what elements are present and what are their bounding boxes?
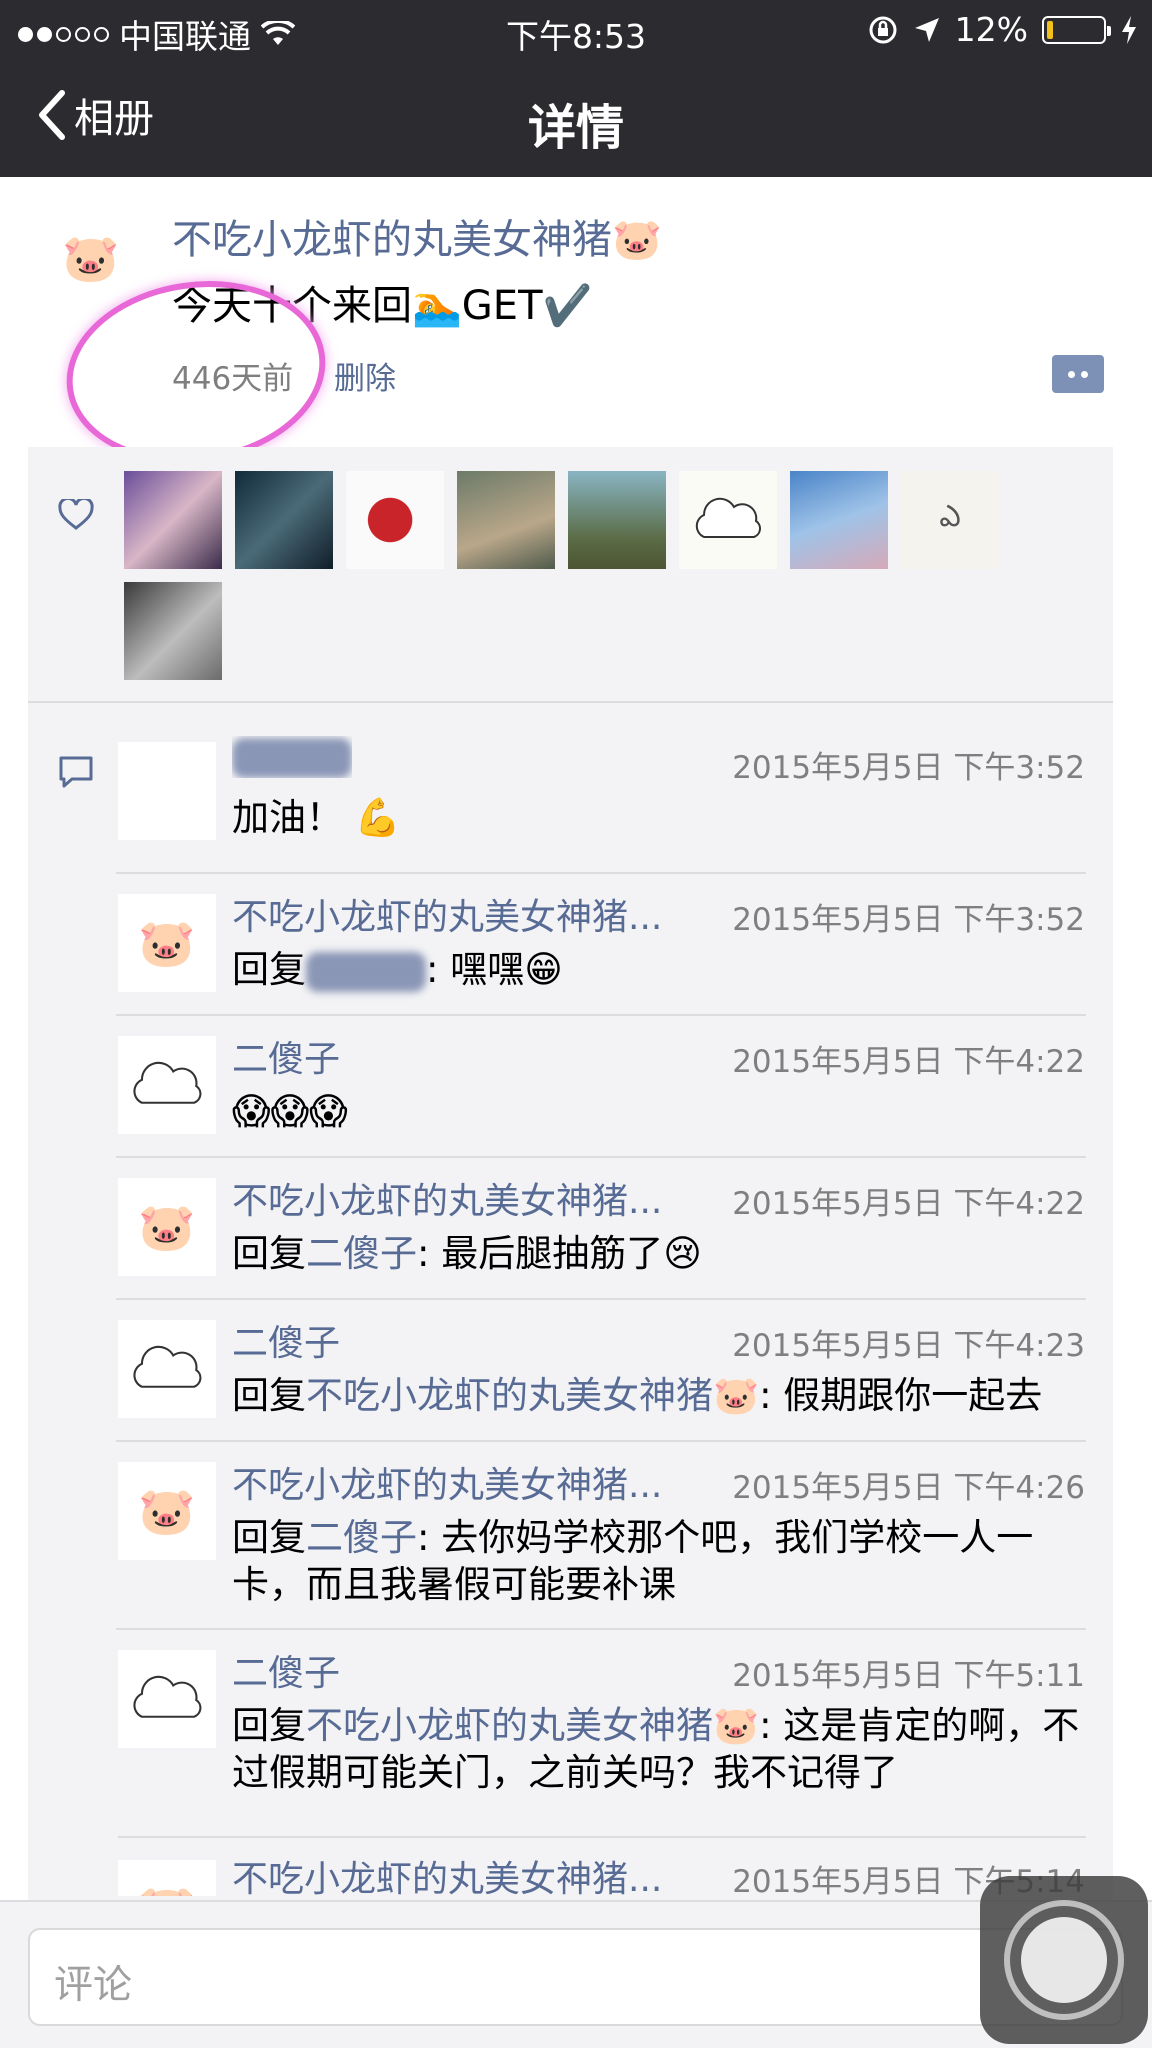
comment-time: 2015年5月5日 下午4:22 [732, 1186, 1085, 1222]
commenter-avatar[interactable] [118, 1650, 216, 1748]
blurred-name [306, 951, 426, 992]
comment-input[interactable]: 评论 [28, 1928, 1123, 2026]
like-avatar[interactable] [124, 582, 222, 680]
likes-divider [28, 701, 1113, 703]
page-title: 详情 [527, 100, 624, 156]
cloud-icon [695, 497, 761, 538]
commenter-avatar[interactable] [118, 1036, 216, 1134]
like-avatar[interactable] [346, 471, 444, 569]
blurred-name [232, 738, 352, 778]
like-avatar[interactable] [457, 471, 555, 569]
comment-time: 2015年5月5日 下午4:22 [732, 1044, 1085, 1080]
comment-divider [116, 1440, 1086, 1442]
pig-icon: 🐷 [138, 916, 196, 970]
pig-icon: 🐷 [138, 1200, 196, 1254]
top-bar: 中国联通 下午8:53 12% 相册 详情 [0, 0, 1152, 177]
comment-time: 2015年5月5日 下午3:52 [732, 750, 1085, 786]
comment-text: 回复不吃小龙虾的丸美女神猪🐷: 假期跟你一起去 [232, 1374, 1043, 1417]
comment-time: 2015年5月5日 下午5:11 [732, 1658, 1085, 1694]
comment-item[interactable]: 二傻子 2015年5月5日 下午4:23 回复不吃小龙虾的丸美女神猪🐷: 假期跟… [116, 1298, 1113, 1450]
assistive-touch-icon [1004, 1900, 1124, 2020]
comment-time: 2015年5月5日 下午3:52 [732, 902, 1085, 938]
comment-item[interactable]: 🐷 不吃小龙虾的丸美女神猪... 2015年5月5日 下午5:14 [118, 1836, 1113, 1896]
status-right: 12% [867, 10, 1138, 49]
like-avatar[interactable] [235, 471, 333, 569]
commenter-name[interactable]: 不吃小龙虾的丸美女神猪... [232, 1172, 662, 1224]
assistive-touch-button[interactable] [980, 1876, 1148, 2044]
like-avatar[interactable] [790, 471, 888, 569]
pig-icon: 🐷 [138, 1484, 196, 1538]
commenter-name[interactable]: 不吃小龙虾的丸美女神猪... [232, 888, 662, 940]
nav-bar: 相册 详情 [0, 58, 1152, 177]
commenter-avatar[interactable] [118, 742, 216, 840]
battery-percent: 12% [954, 10, 1028, 49]
sketch-icon: ఎ [939, 499, 961, 534]
battery-icon [1042, 15, 1111, 44]
comment-item[interactable]: 🐷 不吃小龙虾的丸美女神猪... 2015年5月5日 下午4:26 回复二傻子:… [116, 1440, 1113, 1642]
comment-item[interactable]: 🐷 不吃小龙虾的丸美女神猪... 2015年5月5日 下午3:52 回复: 嘿嘿… [116, 872, 1113, 1024]
commenter-name[interactable]: 不吃小龙虾的丸美女神猪... [232, 1456, 662, 1508]
commenter-avatar[interactable]: 🐷 [118, 1462, 216, 1560]
heart-icon [58, 499, 94, 530]
location-arrow-icon [914, 17, 939, 42]
status-bar: 中国联通 下午8:53 12% [0, 0, 1152, 58]
comment-divider [116, 1156, 1086, 1158]
commenter-name[interactable]: 二傻子 [232, 1314, 340, 1366]
comment-text: 回复: 嘿嘿😁 [232, 948, 563, 992]
charging-bolt-icon [1122, 15, 1136, 44]
comment-time: 2015年5月5日 下午4:26 [732, 1470, 1085, 1506]
like-avatar[interactable] [679, 471, 777, 569]
author-name[interactable]: 不吃小龙虾的丸美女神猪🐷 [172, 207, 662, 265]
comment-item[interactable]: 🐷 不吃小龙虾的丸美女神猪... 2015年5月5日 下午4:22 回复二傻子:… [116, 1156, 1113, 1308]
rotation-lock-icon [869, 16, 897, 43]
like-avatar[interactable] [124, 471, 222, 569]
feedback-panel: ఎ 2015年5月5日 下午3:52 加油！ 💪 🐷 不吃小龙虾的丸美女神猪..… [28, 447, 1113, 1900]
comment-divider [118, 1836, 1086, 1838]
comment-text: 回复不吃小龙虾的丸美女神猪🐷: 这是肯定的啊，不过假期可能关门，之前关吗？我不记… [232, 1704, 1080, 1794]
more-actions-button[interactable] [1052, 355, 1104, 393]
pig-icon: 🐷 [62, 231, 120, 285]
comment-divider [116, 1628, 1086, 1630]
commenter-avatar[interactable]: 🐷 [118, 1178, 216, 1276]
comment-time: 2015年5月5日 下午4:23 [732, 1328, 1085, 1364]
delete-link[interactable]: 删除 [334, 353, 396, 398]
comment-divider [116, 1014, 1086, 1016]
like-avatar[interactable] [568, 471, 666, 569]
commenter-name[interactable] [232, 736, 352, 778]
commenter-name[interactable]: 不吃小龙虾的丸美女神猪... [232, 1850, 662, 1896]
cloud-icon [133, 1345, 202, 1388]
comment-text: 回复二傻子: 去你妈学校那个吧，我们学校一人一卡，而且我暑假可能要补课 [232, 1516, 1034, 1606]
comment-divider [116, 1298, 1086, 1300]
comment-item[interactable]: 二傻子 2015年5月5日 下午4:22 😱😱😱 [116, 1014, 1113, 1166]
commenter-name[interactable]: 二傻子 [232, 1030, 340, 1082]
commenter-name[interactable]: 二傻子 [232, 1644, 340, 1696]
comment-item[interactable]: 二傻子 2015年5月5日 下午5:11 回复不吃小龙虾的丸美女神猪🐷: 这是肯… [116, 1628, 1113, 1830]
pig-icon: 🐷 [138, 1886, 195, 1896]
commenter-avatar[interactable] [118, 1320, 216, 1418]
commenter-avatar[interactable]: 🐷 [118, 1860, 216, 1896]
comment-item[interactable]: 2015年5月5日 下午3:52 加油！ 💪 [118, 738, 1113, 872]
cloud-icon [133, 1061, 202, 1104]
like-avatar[interactable]: ఎ [901, 471, 999, 569]
comment-text: 😱😱😱 [232, 1090, 348, 1133]
author-avatar[interactable]: 🐷 [42, 209, 140, 307]
cloud-icon [133, 1675, 202, 1718]
comment-text: 回复二傻子: 最后腿抽筋了😢 [232, 1232, 702, 1275]
comment-text: 加油！ 💪 [232, 796, 401, 839]
commenter-avatar[interactable]: 🐷 [118, 894, 216, 992]
comment-bubble-icon [59, 756, 93, 788]
comment-divider [116, 872, 1086, 874]
